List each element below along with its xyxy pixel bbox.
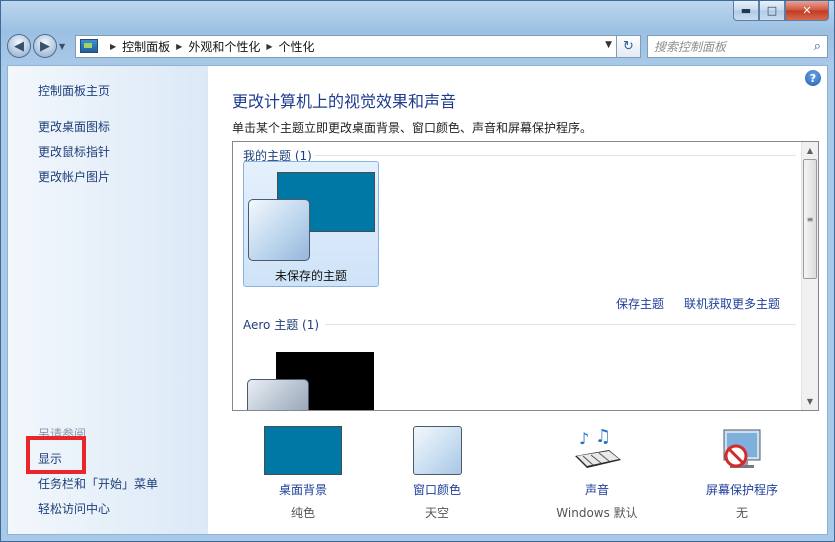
svg-text:♪: ♪ <box>579 429 589 448</box>
sidebar-link-ease-of-access[interactable]: 轻松访问中心 <box>38 500 110 517</box>
breadcrumb-separator-icon[interactable]: ▶ <box>110 42 116 51</box>
close-button[interactable]: ✕ <box>785 1 829 21</box>
page-subtitle: 单击某个主题立即更改桌面背景、窗口颜色、声音和屏幕保护程序。 <box>232 121 593 135</box>
highlight-box <box>26 436 86 474</box>
window-color-setting[interactable] <box>382 426 492 476</box>
breadcrumb-personalization[interactable]: 个性化 <box>279 38 315 55</box>
sidebar-link-control-panel-home[interactable]: 控制面板主页 <box>38 82 110 99</box>
main-panel: ? 更改计算机上的视觉效果和声音 单击某个主题立即更改桌面背景、窗口颜色、声音和… <box>208 66 827 534</box>
svg-text:♫: ♫ <box>595 426 611 447</box>
search-placeholder: 搜索控制面板 <box>654 39 727 54</box>
desktop-background-icon <box>264 426 342 475</box>
desktop-background-value: 纯色 <box>290 506 315 520</box>
window-color-icon <box>412 426 462 475</box>
maximize-button[interactable]: □ <box>759 1 785 21</box>
sound-label[interactable]: 声音 <box>542 481 652 498</box>
theme-card-unsaved[interactable]: 未保存的主题 <box>243 161 379 287</box>
search-input[interactable]: 搜索控制面板 ⌕ <box>647 34 828 58</box>
help-icon[interactable]: ? <box>805 70 821 86</box>
get-more-themes-link[interactable]: 联机获取更多主题 <box>684 295 780 312</box>
back-button[interactable]: ◀ <box>7 34 31 58</box>
breadcrumb-separator-icon[interactable]: ▶ <box>266 42 272 51</box>
breadcrumb-appearance[interactable]: 外观和个性化 <box>188 38 260 55</box>
caption-buttons: ▬ □ ✕ <box>733 1 829 21</box>
address-bar[interactable]: ▶ 控制面板 ▶ 外观和个性化 ▶ 个性化 ▼ <box>75 34 617 58</box>
theme-window-preview <box>248 199 310 261</box>
group-divider <box>315 155 796 156</box>
sound-icon: ♪ ♫ <box>575 426 621 468</box>
control-panel-icon <box>80 39 98 53</box>
theme-name: 未保存的主题 <box>274 269 347 283</box>
window-color-label[interactable]: 窗口颜色 <box>382 481 492 498</box>
screensaver-setting[interactable] <box>687 426 797 476</box>
address-dropdown-icon[interactable]: ▼ <box>605 40 612 50</box>
window-color-value: 天空 <box>424 506 449 520</box>
refresh-icon: ↻ <box>623 38 634 54</box>
forward-arrow-icon: ▶ <box>40 38 50 54</box>
page-title: 更改计算机上的视觉效果和声音 <box>232 92 457 111</box>
scroll-up-icon[interactable]: ▲ <box>802 142 818 159</box>
personalization-window: ▬ □ ✕ ◀ ▶ ▼ ▶ 控制面板 ▶ 外观和个性化 ▶ 个性化 ▼ ↻ 搜索… <box>0 0 835 542</box>
desktop-background-label[interactable]: 桌面背景 <box>248 481 358 498</box>
minimize-button[interactable]: ▬ <box>733 1 759 21</box>
sidebar: 控制面板主页 更改桌面图标 更改鼠标指针 更改帐户图片 另请参阅 显示 任务栏和… <box>8 66 208 534</box>
save-theme-link[interactable]: 保存主题 <box>616 295 664 312</box>
screensaver-value: 无 <box>735 506 748 520</box>
sound-setting[interactable]: ♪ ♫ <box>542 426 652 476</box>
scroll-thumb[interactable]: ≡ <box>803 159 817 279</box>
scroll-down-icon[interactable]: ▼ <box>802 393 818 410</box>
sidebar-link-taskbar[interactable]: 任务栏和「开始」菜单 <box>38 475 158 492</box>
theme-list[interactable]: 我的主题 (1) 未保存的主题 保存主题 联机获取更多主题 Aero 主题 (1… <box>232 141 819 411</box>
breadcrumb-separator-icon[interactable]: ▶ <box>176 42 182 51</box>
sidebar-link-desktop-icons[interactable]: 更改桌面图标 <box>38 118 110 135</box>
aero-theme-window-preview[interactable] <box>247 379 309 410</box>
sidebar-link-mouse-pointers[interactable]: 更改鼠标指针 <box>38 143 110 160</box>
breadcrumb-control-panel[interactable]: 控制面板 <box>122 38 170 55</box>
aero-themes-header: Aero 主题 (1) <box>243 318 320 332</box>
desktop-background-setting[interactable] <box>248 426 358 476</box>
back-arrow-icon: ◀ <box>14 38 24 54</box>
content-area: 控制面板主页 更改桌面图标 更改鼠标指针 更改帐户图片 另请参阅 显示 任务栏和… <box>7 65 828 535</box>
sidebar-link-account-picture[interactable]: 更改帐户图片 <box>38 168 110 185</box>
recent-pages-dropdown[interactable]: ▼ <box>59 42 71 51</box>
group-divider <box>325 324 796 325</box>
search-icon[interactable]: ⌕ <box>814 39 821 54</box>
theme-list-scrollbar[interactable]: ▲ ≡ ▼ <box>801 142 818 410</box>
refresh-button[interactable]: ↻ <box>617 34 641 58</box>
sound-value: Windows 默认 <box>556 506 638 520</box>
navigation-bar: ◀ ▶ ▼ ▶ 控制面板 ▶ 外观和个性化 ▶ 个性化 ▼ ↻ 搜索控制面板 ⌕ <box>7 31 828 61</box>
screensaver-icon <box>723 429 761 468</box>
screensaver-label[interactable]: 屏幕保护程序 <box>687 481 797 498</box>
forward-button[interactable]: ▶ <box>33 34 57 58</box>
